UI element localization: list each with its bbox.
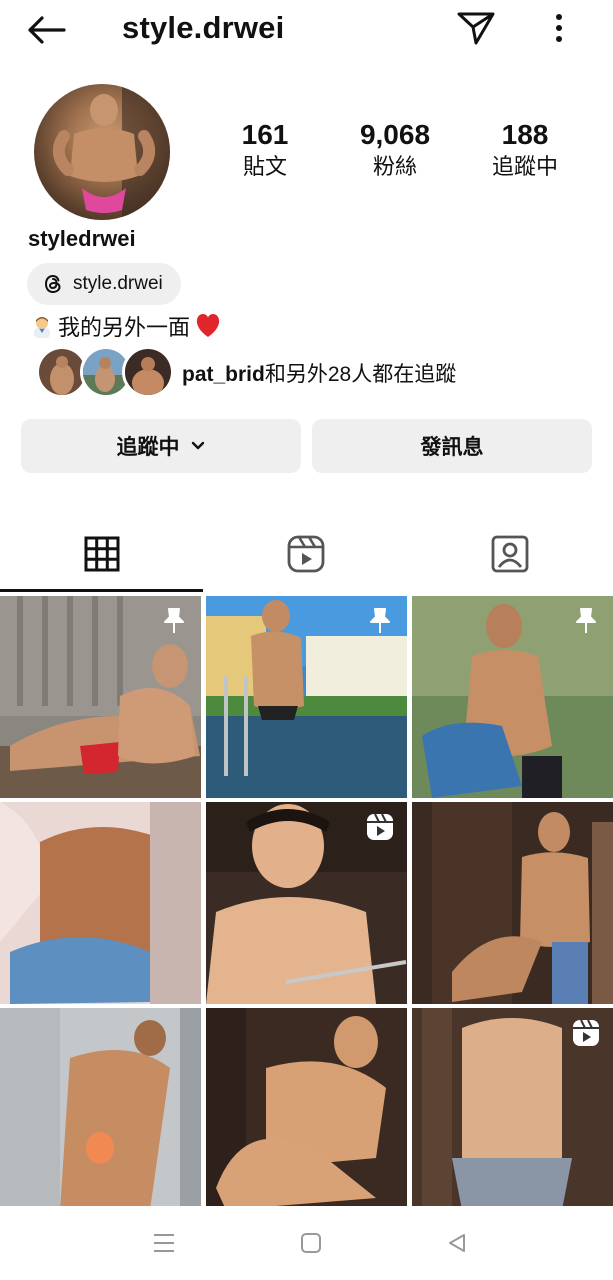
tagged-icon — [491, 535, 529, 573]
paper-plane-icon — [457, 12, 495, 45]
more-vertical-icon — [556, 14, 562, 42]
post-thumbnail[interactable] — [412, 1008, 613, 1210]
following-count[interactable]: 188 追蹤中 — [470, 118, 580, 182]
menu-icon — [154, 1234, 174, 1252]
top-bar: style.drwei — [0, 0, 613, 60]
back-button[interactable] — [26, 12, 70, 48]
more-options-button[interactable] — [548, 10, 570, 46]
doctor-emoji-icon — [34, 317, 50, 338]
home-button[interactable] — [291, 1226, 331, 1260]
reels-icon — [287, 535, 325, 573]
threads-icon — [44, 274, 61, 294]
pin-icon — [370, 608, 390, 633]
red-heart-icon — [196, 314, 220, 337]
following-label: 追蹤中 — [116, 436, 180, 459]
recent-apps-button[interactable] — [144, 1226, 184, 1260]
message-label: 發訊息 — [420, 436, 484, 459]
back-icon — [449, 1234, 465, 1252]
followed-by[interactable]: pat_brid和另外28人都在追蹤 — [36, 346, 576, 398]
home-icon — [301, 1233, 321, 1253]
profile-name: styledrwei — [28, 226, 136, 251]
grid-icon — [84, 536, 120, 572]
post-thumbnail[interactable] — [206, 802, 407, 1004]
tab-posts[interactable] — [0, 516, 204, 592]
arrow-left-icon — [28, 16, 66, 44]
pin-icon — [576, 608, 596, 633]
post-thumbnail[interactable] — [412, 802, 613, 1004]
profile-tabs — [0, 516, 613, 594]
bio-text: 我的另外一面 — [58, 315, 191, 340]
tab-reels[interactable] — [204, 516, 408, 592]
followers-count[interactable]: 9,068 粉絲 — [340, 118, 450, 182]
post-thumbnail[interactable] — [206, 1008, 407, 1210]
post-thumbnail[interactable] — [412, 596, 613, 798]
message-button[interactable]: 發訊息 — [312, 419, 592, 473]
threads-handle: style.drwei — [73, 273, 163, 294]
profile-avatar[interactable] — [34, 84, 170, 220]
pin-icon — [164, 608, 184, 633]
bio: 我的另外一面 — [30, 310, 222, 342]
tab-tagged[interactable] — [408, 516, 612, 592]
post-thumbnail[interactable] — [0, 1008, 201, 1210]
following-button[interactable]: 追蹤中 — [21, 419, 301, 473]
system-back-button[interactable] — [437, 1226, 477, 1260]
page-title: style.drwei — [122, 10, 285, 45]
post-thumbnail[interactable] — [206, 596, 407, 798]
active-tab-indicator — [0, 589, 203, 592]
send-message-button[interactable] — [456, 10, 496, 46]
reel-icon — [367, 813, 393, 840]
post-thumbnail[interactable] — [0, 596, 201, 798]
chevron-down-icon — [191, 441, 204, 450]
reel-icon — [573, 1019, 599, 1046]
followed-by-text: pat_brid和另外28人都在追蹤 — [182, 363, 457, 386]
follower-avatar — [122, 346, 174, 398]
followed-by-user[interactable]: pat_brid — [182, 363, 265, 386]
posts-count[interactable]: 161 貼文 — [210, 118, 320, 182]
post-thumbnail[interactable] — [0, 802, 201, 1004]
threads-link[interactable]: style.drwei — [27, 263, 181, 305]
system-nav-bar — [0, 1206, 613, 1280]
